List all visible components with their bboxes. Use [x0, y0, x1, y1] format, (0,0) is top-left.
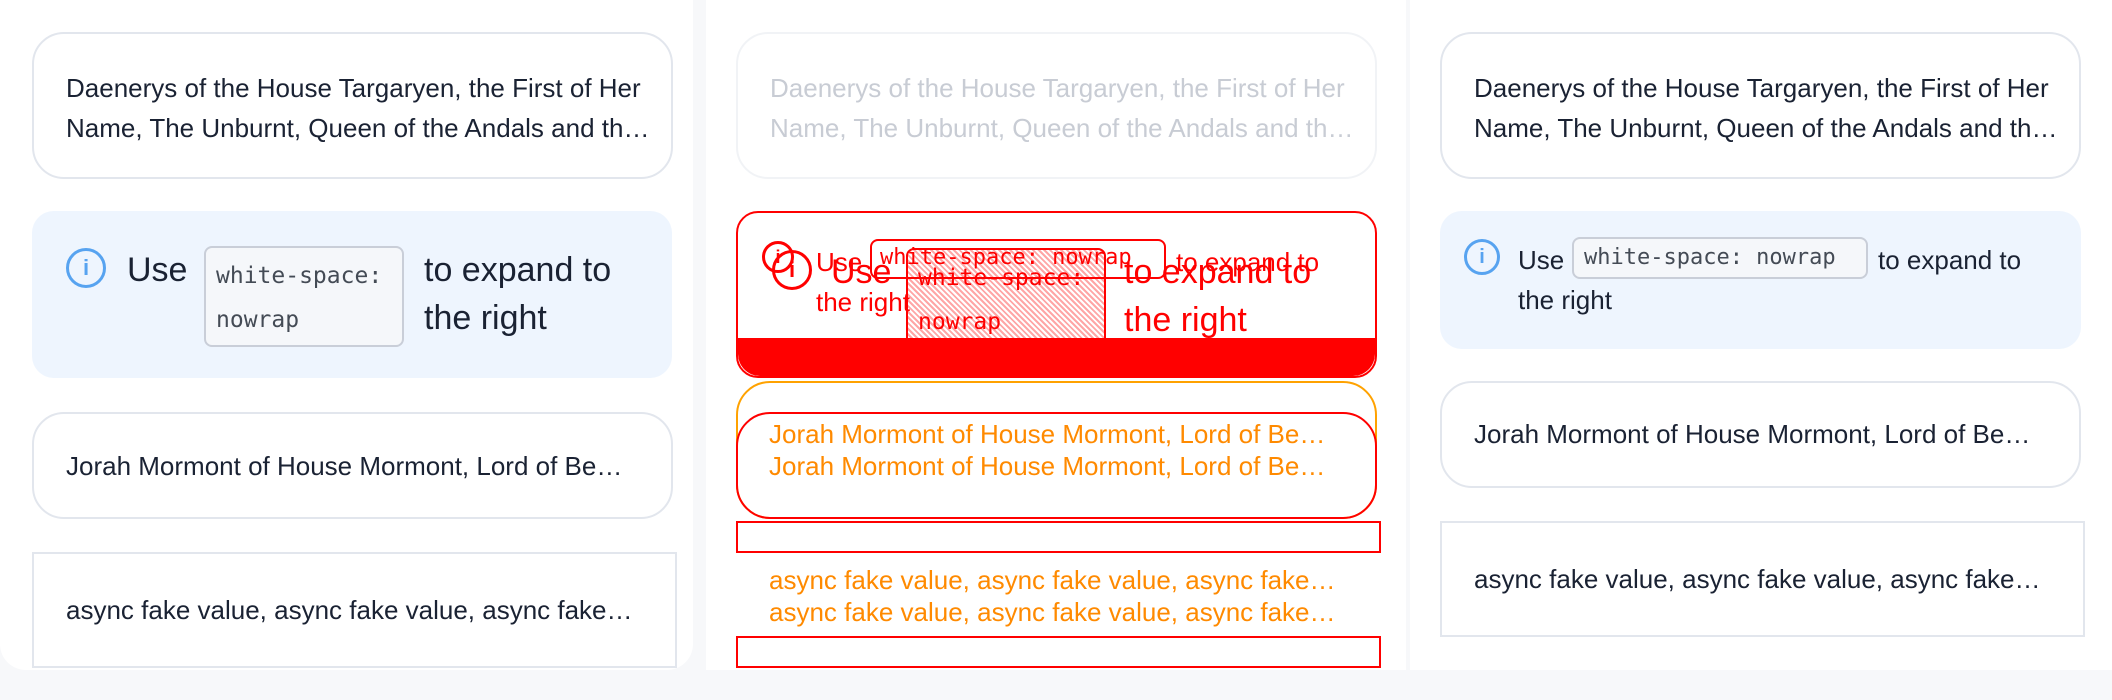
- info-alert: i Use white-space: nowrap to expand to t…: [32, 211, 672, 378]
- jorah-text: Jorah Mormont of House Mormont, Lord of …: [66, 451, 631, 481]
- panel-overlay: Daenerys of the House Targaryen, the Fir…: [706, 0, 1406, 670]
- alert-rest-line1-new: to expand to: [1878, 245, 2022, 275]
- jorah-text-new: Jorah Mormont of House Mormont, Lord of …: [1474, 419, 2039, 449]
- alert-use-text: Use: [127, 251, 188, 289]
- info-alert-new: i Use white-space: nowrap to expand to t…: [1440, 211, 2081, 349]
- info-icon-new: i: [1464, 239, 1500, 275]
- alert-rest-line2-new: the right: [1518, 285, 1612, 315]
- async-diff-box-bottom: [736, 636, 1381, 668]
- daenerys-ghost-text: Daenerys of the House Targaryen, the Fir…: [770, 73, 1345, 143]
- async-diff-box-top: [736, 521, 1381, 553]
- alert-rest-line1: to expand to: [424, 251, 612, 289]
- daenerys-ghost-card: Daenerys of the House Targaryen, the Fir…: [736, 32, 1377, 179]
- alert-code-diff-big: white-space: nowrap: [906, 248, 1106, 349]
- alert-code: white-space: nowrap: [204, 246, 404, 347]
- async-box-new: async fake value, async fake value, asyn…: [1440, 521, 2085, 637]
- jorah-card-new: Jorah Mormont of House Mormont, Lord of …: [1440, 381, 2081, 488]
- jorah-card: Jorah Mormont of House Mormont, Lord of …: [32, 412, 673, 519]
- alert-overlay: i i Use Use white-space: nowrap white-sp…: [736, 211, 1377, 378]
- async-text-new: async fake value, async fake value, asyn…: [1474, 564, 2046, 594]
- panel-original: Daenerys of the House Targaryen, the Fir…: [0, 0, 693, 670]
- alert-code-line2: nowrap: [216, 307, 300, 333]
- daenerys-text-new: Daenerys of the House Targaryen, the Fir…: [1474, 73, 2049, 143]
- daenerys-card-new: Daenerys of the House Targaryen, the Fir…: [1440, 32, 2081, 179]
- alert-use-text-new: Use: [1518, 245, 1565, 275]
- alert-rest-diff-big-1: to expand to: [1124, 253, 1312, 291]
- async-text: async fake value, async fake value, asyn…: [66, 595, 638, 625]
- alert-code-new: white-space: nowrap: [1572, 237, 1868, 279]
- alert-code-diff-line1: white-space:: [918, 265, 1085, 291]
- daenerys-card: Daenerys of the House Targaryen, the Fir…: [32, 32, 673, 179]
- jorah-diff-text-2: Jorah Mormont of House Mormont, Lord of …: [769, 451, 1334, 481]
- panel-new: Daenerys of the House Targaryen, the Fir…: [1410, 0, 2112, 670]
- async-diff-text-2: async fake value, async fake value, asyn…: [769, 597, 1341, 627]
- alert-rest-line2: the right: [424, 299, 547, 337]
- alert-rest-diff-big-2: the right: [1124, 301, 1247, 339]
- daenerys-text: Daenerys of the House Targaryen, the Fir…: [66, 73, 641, 143]
- info-icon: i: [66, 248, 106, 288]
- alert-code-line1: white-space:: [216, 263, 383, 289]
- alert-code-diff-line2: nowrap: [918, 309, 1002, 335]
- alert-rest-diff-small-2: the right: [816, 287, 910, 317]
- async-box: async fake value, async fake value, asyn…: [32, 552, 677, 668]
- info-icon-diff-2: i: [772, 250, 812, 290]
